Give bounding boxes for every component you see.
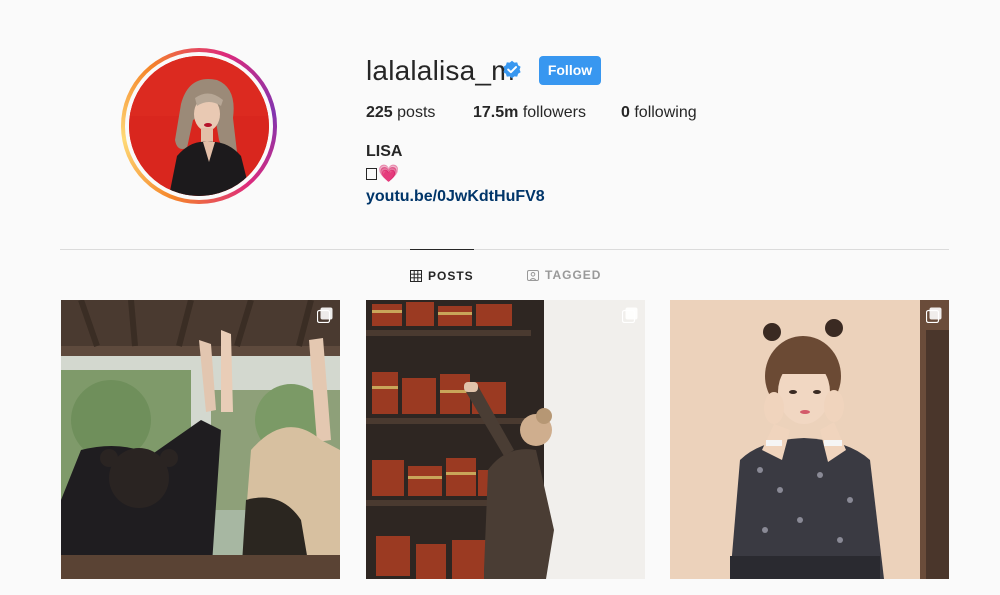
- profile-bio: 💗: [366, 165, 399, 184]
- tabs-divider: [60, 249, 949, 250]
- grid-icon: [410, 270, 422, 282]
- multiple-posts-icon: [926, 307, 942, 323]
- follow-button[interactable]: Follow: [539, 56, 601, 85]
- multiple-posts-icon: [622, 307, 638, 323]
- posts-label: posts: [392, 104, 436, 121]
- post-thumbnail[interactable]: [366, 300, 645, 579]
- verified-badge-icon: [503, 60, 521, 79]
- profile-username: lalalalisa_m: [366, 55, 515, 86]
- following-stat[interactable]: 0 following: [621, 104, 697, 122]
- post-thumbnail[interactable]: [670, 300, 949, 579]
- posts-stat: 225 posts: [366, 104, 435, 122]
- posts-count: 225: [366, 104, 393, 121]
- tab-posts-label: POSTS: [428, 269, 474, 283]
- followers-label: followers: [518, 104, 586, 121]
- story-ring[interactable]: [121, 48, 277, 204]
- followers-count: 17.5m: [473, 104, 519, 121]
- profile-website-link[interactable]: youtu.be/0JwKdtHuFV8: [366, 188, 545, 206]
- profile-avatar[interactable]: [129, 56, 269, 196]
- tab-tagged-label: TAGGED: [545, 268, 602, 282]
- following-label: following: [629, 104, 697, 121]
- post-thumbnail[interactable]: [61, 300, 340, 579]
- tagged-icon: [527, 270, 539, 281]
- missing-glyph-box: [366, 168, 377, 180]
- multiple-posts-icon: [317, 307, 333, 323]
- bio-heart-emoji: 💗: [378, 164, 400, 183]
- profile-page: lalalalisa_m Follow 225 posts 17.5m foll…: [0, 0, 1000, 595]
- following-count: 0: [621, 104, 630, 121]
- profile-full-name: LISA: [366, 143, 403, 160]
- tab-posts[interactable]: POSTS: [410, 249, 474, 302]
- tab-tagged[interactable]: TAGGED: [527, 249, 601, 301]
- followers-stat[interactable]: 17.5m followers: [473, 104, 586, 122]
